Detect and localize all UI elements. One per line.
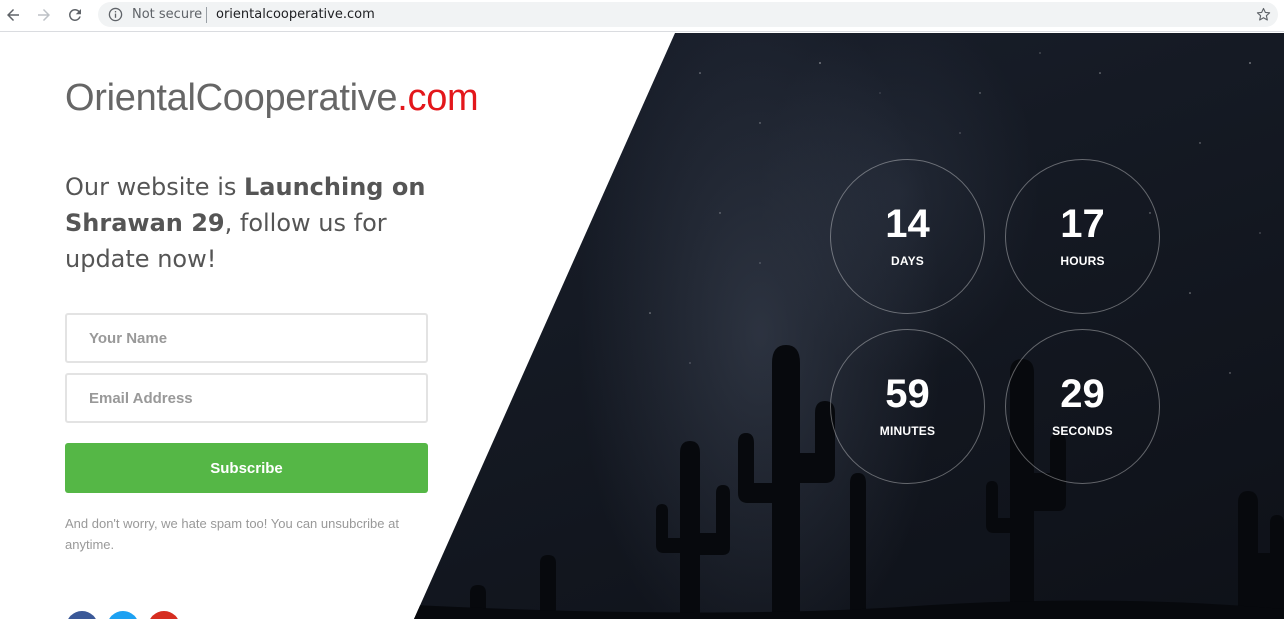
- logo-name: OrientalCooperative: [65, 77, 398, 119]
- google-plus-icon[interactable]: [148, 611, 180, 619]
- site-logo: OrientalCooperative.com: [65, 77, 479, 120]
- minutes-label: MINUTES: [879, 424, 936, 438]
- browser-toolbar: Not secure orientalcooperative.com: [0, 0, 1284, 32]
- logo-tld: .com: [397, 77, 479, 119]
- countdown-hours: 17 HOURS: [1005, 159, 1160, 314]
- twitter-icon[interactable]: [107, 611, 139, 619]
- back-arrow-icon[interactable]: [2, 4, 24, 26]
- address-bar[interactable]: Not secure orientalcooperative.com: [98, 2, 1278, 27]
- star-icon[interactable]: [1255, 6, 1272, 23]
- minutes-value: 59: [885, 372, 930, 416]
- days-value: 14: [885, 202, 930, 246]
- launch-headline: Our website is Launching on Shrawan 29, …: [65, 169, 445, 277]
- email-input[interactable]: [65, 373, 428, 423]
- days-label: DAYS: [890, 254, 925, 268]
- url-text[interactable]: orientalcooperative.com: [216, 7, 375, 22]
- info-icon[interactable]: [108, 7, 123, 22]
- hours-label: HOURS: [1060, 254, 1105, 268]
- countdown-seconds: 29 SECONDS: [1005, 329, 1160, 484]
- forward-arrow-icon[interactable]: [33, 4, 55, 26]
- countdown-days: 14 DAYS: [830, 159, 985, 314]
- url-divider: [206, 7, 207, 23]
- seconds-value: 29: [1060, 372, 1105, 416]
- hours-value: 17: [1060, 202, 1105, 246]
- reload-icon[interactable]: [64, 4, 86, 26]
- headline-part1: Our website is: [65, 173, 245, 201]
- security-status: Not secure: [132, 7, 203, 22]
- countdown-minutes: 59 MINUTES: [830, 329, 985, 484]
- landing-page: OrientalCooperative.com Our website is L…: [0, 33, 1284, 619]
- facebook-icon[interactable]: [66, 611, 98, 619]
- spam-note: And don't worry, we hate spam too! You c…: [65, 516, 399, 552]
- seconds-label: SECONDS: [1052, 424, 1113, 438]
- name-input[interactable]: [65, 313, 428, 363]
- subscribe-button[interactable]: Subscribe: [65, 443, 428, 493]
